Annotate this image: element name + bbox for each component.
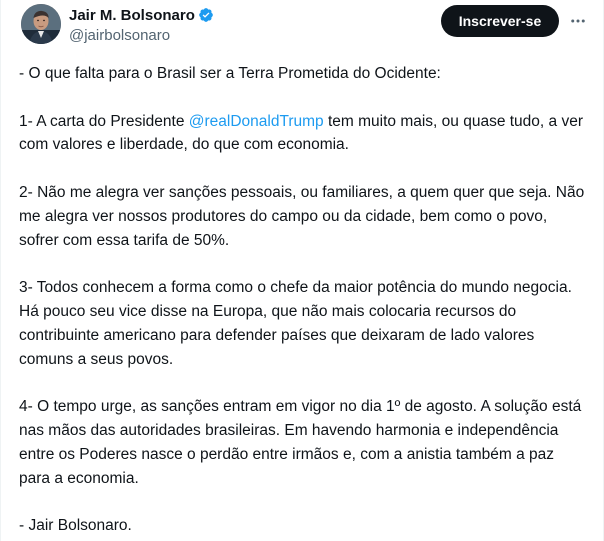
- tweet-card: Jair M. Bolsonaro @jairbolsonaro Inscrev…: [0, 0, 604, 541]
- more-options-button[interactable]: [565, 8, 591, 34]
- tweet-paragraph-4: 4- O tempo urge, as sanções entram em vi…: [19, 398, 582, 487]
- author-names: Jair M. Bolsonaro @jairbolsonaro: [69, 4, 214, 44]
- display-name[interactable]: Jair M. Bolsonaro: [69, 7, 195, 24]
- more-horizontal-icon: [571, 19, 585, 23]
- tweet-paragraph-2: 2- Não me alegra ver sanções pessoais, o…: [19, 183, 585, 249]
- avatar-portrait-icon: [21, 4, 61, 44]
- avatar[interactable]: [21, 4, 61, 44]
- subscribe-button[interactable]: Inscrever-se: [441, 5, 559, 37]
- mention-link[interactable]: @realDonaldTrump: [189, 113, 324, 130]
- tweet-signature: - Jair Bolsonaro.: [19, 517, 132, 535]
- tweet-header: Jair M. Bolsonaro @jairbolsonaro Inscrev…: [19, 4, 593, 48]
- author-handle[interactable]: @jairbolsonaro: [69, 27, 214, 44]
- display-name-row: Jair M. Bolsonaro: [69, 4, 214, 26]
- tweet-paragraph-intro: - O que falta para o Brasil ser a Terra …: [19, 65, 441, 82]
- tweet-text: - O que falta para o Brasil ser a Terra …: [19, 62, 589, 538]
- tweet-paragraph-1: 1- A carta do Presidente @realDonaldTrum…: [19, 110, 589, 158]
- verified-badge-icon: [198, 7, 214, 23]
- tweet-paragraph-3: 3- Todos conhecem a forma como o chefe d…: [19, 279, 572, 368]
- tweet-paragraph-1-text: 1- A carta do Presidente: [19, 112, 189, 130]
